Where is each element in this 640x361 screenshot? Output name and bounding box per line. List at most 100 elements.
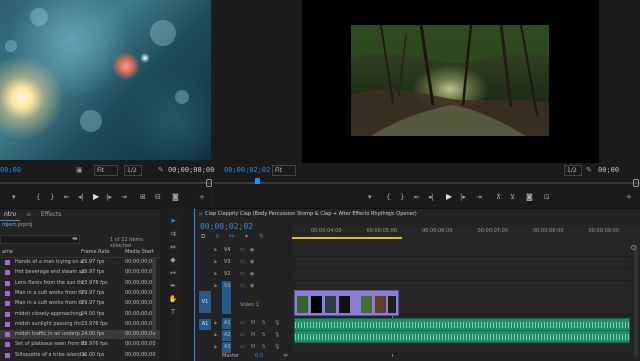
- source-ctl-step-back-icon[interactable]: ◂|: [78, 193, 84, 201]
- track-lock-icon[interactable]: 🔒︎: [214, 283, 217, 289]
- track-visibility-eye-icon[interactable]: ◉: [250, 259, 254, 265]
- source-ctl-in-icon[interactable]: {: [36, 193, 40, 201]
- project-list-item[interactable]: Hot beverage and steam su 29.97 fps 00;00;…: [0, 268, 160, 277]
- audio-clip-a2[interactable]: [294, 330, 630, 343]
- source-ctl-goto-in-icon[interactable]: ⇤: [64, 193, 70, 201]
- source-patch-video[interactable]: V1: [199, 291, 211, 313]
- program-camera-icon[interactable]: ◙: [526, 193, 533, 201]
- tab-effects[interactable]: Effects: [37, 209, 65, 220]
- mute-button-icon[interactable]: M: [251, 320, 255, 326]
- ripple-edit-tool-icon[interactable]: ⇹: [168, 242, 178, 252]
- project-list-item[interactable]: Lens flares from the sun thr 23.976 fps 00…: [0, 279, 160, 288]
- source-zoom-handle[interactable]: [206, 179, 212, 187]
- program-timecode[interactable]: 00;00;02;02: [224, 166, 270, 174]
- program-compare-icon[interactable]: ⊡: [544, 193, 550, 201]
- nest-toggle-icon[interactable]: ⧉: [201, 233, 205, 241]
- program-scrub-bar[interactable]: [214, 182, 640, 184]
- timeline-ruler[interactable]: 00;00;04;00 00;00;05;00 00;00;06;00 00;00;0…: [292, 227, 640, 245]
- source-settings-wrench-icon[interactable]: ✎: [158, 166, 164, 174]
- source-overwrite-icon[interactable]: ⊟: [155, 193, 161, 201]
- program-step-back-icon[interactable]: ◂|: [428, 193, 434, 201]
- program-add-button-icon[interactable]: +: [626, 193, 632, 201]
- sync-lock-icon[interactable]: ▭: [240, 259, 245, 265]
- sync-lock-icon[interactable]: ▭: [240, 332, 245, 338]
- razor-tool-icon[interactable]: ◆: [168, 255, 178, 265]
- source-video-frame[interactable]: [0, 0, 211, 160]
- video-track-lane[interactable]: [292, 257, 631, 269]
- linked-selection-icon[interactable]: ⚯: [229, 233, 234, 240]
- timeline-scroll-handle-top[interactable]: [631, 245, 636, 250]
- program-goto-in-icon[interactable]: ⇤: [414, 193, 420, 201]
- program-settings-wrench-icon[interactable]: ✎: [586, 166, 592, 174]
- project-list-item[interactable]: Silhouette of a tribe island a 30.00 fps 0…: [0, 351, 160, 360]
- tab-project[interactable]: ntro: [0, 209, 21, 221]
- program-marker-icon[interactable]: ▾: [368, 193, 372, 201]
- sync-lock-icon[interactable]: ▭: [240, 283, 245, 289]
- new-bin-icon[interactable]: ▬: [72, 235, 78, 242]
- program-lift-icon[interactable]: ⊼: [496, 193, 501, 201]
- source-fit-dropdown[interactable]: Fit: [94, 165, 118, 176]
- program-resolution-dropdown[interactable]: 1/2: [564, 165, 582, 176]
- track-lock-icon[interactable]: 🔒︎: [214, 332, 217, 338]
- master-link-icon[interactable]: ⇹: [283, 352, 288, 359]
- hand-tool-icon[interactable]: ✋: [168, 294, 178, 304]
- source-resolution-dropdown[interactable]: 1/2: [124, 165, 142, 176]
- slip-tool-icon[interactable]: ↔: [168, 268, 178, 278]
- video-clip-group[interactable]: [294, 290, 399, 316]
- track-visibility-eye-icon[interactable]: ◉: [250, 271, 254, 277]
- track-lock-icon[interactable]: 🔒︎: [214, 259, 217, 265]
- timeline-settings-wrench-icon[interactable]: ✎: [259, 233, 264, 240]
- project-list-item[interactable]: Set of plateaus seen from th 23.976 fps 00…: [0, 340, 160, 349]
- solo-button-icon[interactable]: S: [262, 344, 265, 350]
- source-ctl-out-icon[interactable]: }: [50, 193, 54, 201]
- voiceover-mic-icon[interactable]: 🎙︎: [274, 332, 280, 338]
- sync-lock-icon[interactable]: ▭: [240, 320, 245, 326]
- timeline-close-icon[interactable]: ×: [198, 211, 203, 218]
- program-fit-dropdown[interactable]: Fit: [272, 165, 296, 176]
- project-scrollbar[interactable]: [152, 257, 156, 332]
- track-visibility-eye-icon[interactable]: ◉: [250, 283, 254, 289]
- program-out-icon[interactable]: }: [400, 193, 404, 201]
- program-extract-icon[interactable]: ⊻: [510, 193, 515, 201]
- project-list-item[interactable]: midsh traffic in an underp 24.00 fps 00;00…: [0, 330, 160, 340]
- sync-lock-icon[interactable]: ▭: [240, 344, 245, 350]
- voiceover-mic-icon[interactable]: 🎙︎: [274, 320, 280, 326]
- program-in-icon[interactable]: {: [386, 193, 390, 201]
- project-search-input[interactable]: [0, 235, 80, 244]
- video-track-lane[interactable]: [292, 245, 631, 257]
- track-lock-icon[interactable]: 🔒︎: [214, 344, 217, 350]
- column-header-media-start[interactable]: Media Start: [125, 248, 154, 257]
- work-area-bar[interactable]: [292, 237, 402, 239]
- sequence-tab-title[interactable]: Clap Clappity Clap (Body Percussion Stom…: [205, 211, 417, 217]
- track-select-tool-icon[interactable]: ⇉: [168, 229, 178, 239]
- program-step-fwd-icon[interactable]: |▸: [460, 193, 466, 201]
- source-timecode[interactable]: 00;00: [0, 166, 21, 174]
- track-lock-icon[interactable]: 🔒︎: [214, 271, 217, 277]
- timeline-timecode[interactable]: 00;00;02;02: [200, 222, 253, 231]
- sync-lock-icon[interactable]: ▭: [240, 247, 245, 253]
- source-ctl-goto-out-icon[interactable]: ⇥: [121, 193, 127, 201]
- source-insert-icon[interactable]: ⊞: [140, 193, 146, 201]
- source-ctl-step-fwd-icon[interactable]: |▸: [106, 193, 112, 201]
- project-list-item[interactable]: Hands of a man trying on a 29.97 fps 00;00…: [0, 258, 160, 267]
- program-video-frame[interactable]: [302, 0, 599, 163]
- source-add-button-icon[interactable]: +: [199, 193, 205, 201]
- solo-button-icon[interactable]: S: [262, 320, 265, 326]
- project-list-item[interactable]: midsh sunlight passing thr 23.976 fps 00;0…: [0, 320, 160, 329]
- snap-icon[interactable]: ∩: [215, 233, 219, 240]
- sequence-menu-icon[interactable]: ≡: [387, 211, 392, 218]
- master-volume-value[interactable]: 0.0: [255, 353, 263, 359]
- program-play-icon[interactable]: ▶: [446, 192, 452, 201]
- pen-tool-icon[interactable]: ✒: [168, 281, 178, 291]
- video-track-lane[interactable]: [292, 269, 631, 281]
- source-ctl-marker-icon[interactable]: ▾: [12, 193, 16, 201]
- source-camera-icon[interactable]: ◙: [172, 193, 179, 201]
- mute-button-icon[interactable]: M: [251, 344, 255, 350]
- source-marker-icon[interactable]: ▣: [76, 166, 83, 174]
- track-lock-icon[interactable]: 🔒︎: [214, 247, 217, 253]
- selection-tool-icon[interactable]: ➤: [168, 216, 178, 226]
- mute-button-icon[interactable]: M: [251, 332, 255, 338]
- program-goto-out-icon[interactable]: ⇥: [476, 193, 482, 201]
- source-play-icon[interactable]: ▶: [93, 192, 99, 201]
- audio-track-lane[interactable]: [292, 342, 631, 354]
